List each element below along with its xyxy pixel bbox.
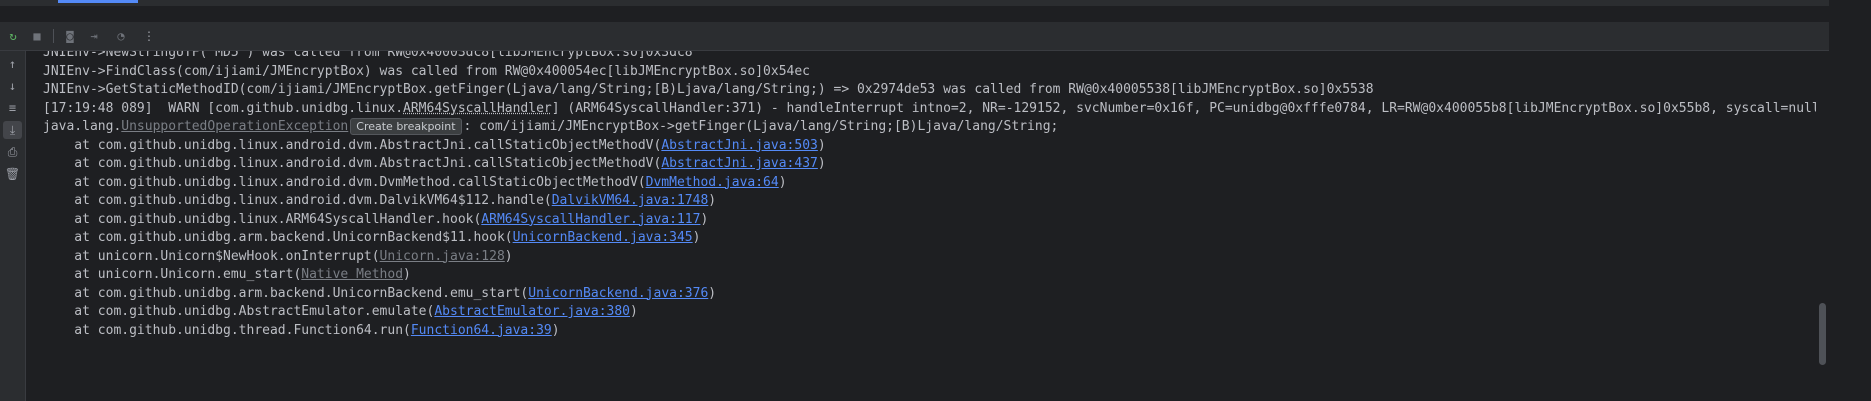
down-arrow-icon[interactable]: ↓	[3, 77, 22, 95]
stop-icon[interactable]: ■	[28, 27, 46, 45]
stack-frame: at unicorn.Unicorn$NewHook.onInterrupt(U…	[43, 247, 513, 267]
stack-frame: at com.github.unidbg.linux.ARM64SyscallH…	[43, 210, 708, 230]
console-line: JNIEnv->GetStaticMethodID(com/ijiami/JME…	[43, 80, 1374, 100]
stack-text: at unicorn.Unicorn.emu_start(	[43, 267, 302, 282]
stack-text: )	[817, 156, 826, 171]
up-arrow-icon[interactable]: ↑	[3, 55, 22, 73]
camera-icon[interactable]: ◙	[61, 27, 79, 45]
stack-text: )	[817, 137, 826, 153]
stack-frame: at unicorn.Unicorn.emu_start(Native Meth…	[43, 265, 411, 285]
stack-text: )	[708, 285, 717, 301]
log-text: JNIEnv->FindClass(com/ijiami/JMEncryptBo…	[43, 63, 811, 79]
scrollbar-thumb[interactable]	[1819, 303, 1826, 365]
toolbar-divider	[53, 29, 54, 43]
run-toolbar: ↻ ■ ◙ ⇥ ◔ ⋮	[0, 22, 1871, 51]
console-line: [17:19:48 089] WARN [com.github.unidbg.l…	[43, 99, 1816, 119]
stack-frame: at com.github.unidbg.arm.backend.Unicorn…	[43, 228, 700, 248]
stack-text: )	[551, 322, 560, 338]
stack-text: at com.github.unidbg.linux.android.dvm.D…	[43, 174, 646, 190]
stack-text: )	[692, 230, 701, 245]
print-icon[interactable]: ⎙	[3, 143, 22, 161]
rerun-icon[interactable]: ↻	[4, 27, 22, 45]
stack-frame: at com.github.unidbg.linux.android.dvm.A…	[43, 136, 826, 156]
stack-text: at unicorn.Unicorn$NewHook.onInterrupt(	[43, 248, 380, 264]
stack-text: )	[778, 174, 787, 190]
stack-text: at com.github.unidbg.thread.Function64.r…	[43, 322, 411, 338]
source-link[interactable]: AbstractJni.java:503	[661, 138, 818, 153]
create-breakpoint-button[interactable]: Create breakpoint	[350, 118, 462, 135]
active-tab-indicator	[58, 0, 138, 3]
soft-wrap-icon[interactable]: ≡	[3, 99, 22, 117]
stack-text: at com.github.unidbg.arm.backend.Unicorn…	[43, 230, 513, 245]
source-link[interactable]: DalvikVM64.java:1748	[552, 193, 709, 208]
source-link[interactable]: UnicornBackend.java:376	[528, 286, 708, 301]
source-link[interactable]: AbstractEmulator.java:380	[434, 304, 630, 319]
stack-text: at com.github.unidbg.linux.ARM64SyscallH…	[43, 211, 482, 227]
log-text: ] (ARM64SyscallHandler:371) - handleInte…	[551, 100, 1816, 116]
stack-frame: at com.github.unidbg.linux.android.dvm.D…	[43, 191, 716, 211]
source-link[interactable]: DvmMethod.java:64	[646, 175, 779, 190]
speed-icon[interactable]: ◔	[112, 27, 130, 45]
vertical-scrollbar[interactable]	[1816, 51, 1829, 401]
source-link[interactable]: UnicornBackend.java:345	[513, 230, 693, 245]
scroll-to-end-icon[interactable]: ⤓	[3, 121, 22, 139]
more-icon[interactable]: ⋮	[140, 27, 158, 45]
log-text: JNIEnv->GetStaticMethodID(com/ijiami/JME…	[43, 82, 1374, 97]
stack-text: )	[700, 211, 709, 227]
stack-text: at com.github.unidbg.linux.android.dvm.D…	[43, 193, 552, 208]
source-link[interactable]: AbstractJni.java:437	[661, 156, 818, 171]
stack-frame: at com.github.unidbg.linux.android.dvm.A…	[43, 154, 826, 174]
source-link[interactable]: ARM64SyscallHandler.java:117	[481, 212, 700, 227]
log-text: JNIEnv->NewStringUTF("MD5") was called f…	[43, 51, 693, 60]
trash-icon[interactable]: 🗑	[3, 165, 22, 183]
stack-text: at com.github.unidbg.AbstractEmulator.em…	[43, 304, 435, 319]
right-gutter	[1829, 0, 1871, 401]
log-text: java.lang.	[43, 119, 122, 134]
stack-text: at com.github.unidbg.arm.backend.Unicorn…	[43, 285, 529, 301]
stack-frame: at com.github.unidbg.arm.backend.Unicorn…	[43, 284, 716, 304]
console-line: java.lang.UnsupportedOperationException C…	[43, 117, 1058, 137]
console-side-toolbar: ↑ ↓ ≡ ⤓ ⎙ 🗑	[0, 51, 26, 401]
stack-frame: at com.github.unidbg.AbstractEmulator.em…	[43, 302, 638, 322]
stack-frame: at com.github.unidbg.thread.Function64.r…	[43, 321, 560, 341]
exception-link[interactable]: UnsupportedOperationException	[121, 119, 348, 134]
source-link[interactable]: Native Method	[301, 267, 403, 282]
class-name: ARM64SyscallHandler	[403, 100, 552, 116]
stack-text: )	[403, 267, 411, 282]
import-icon[interactable]: ⇥	[85, 27, 103, 45]
source-link[interactable]: Unicorn.java:128	[380, 249, 505, 264]
stack-text: at com.github.unidbg.linux.android.dvm.A…	[43, 156, 662, 171]
stack-text: )	[630, 304, 638, 319]
log-text: [17:19:48 089] WARN [com.github.unidbg.l…	[43, 100, 404, 116]
console-output[interactable]: JNIEnv->NewStringUTF("MD5") was called f…	[26, 51, 1816, 401]
top-tab-bar	[0, 0, 1871, 6]
console-line: JNIEnv->FindClass(com/ijiami/JMEncryptBo…	[43, 62, 810, 82]
source-link[interactable]: Function64.java:39	[411, 323, 552, 338]
log-text: : com/ijiami/JMEncryptBox->getFinger(Lja…	[463, 119, 1059, 134]
stack-text: )	[708, 193, 717, 208]
stack-frame: at com.github.unidbg.linux.android.dvm.D…	[43, 173, 787, 193]
stack-text: at com.github.unidbg.linux.android.dvm.A…	[43, 137, 662, 153]
stack-text: )	[504, 248, 513, 264]
